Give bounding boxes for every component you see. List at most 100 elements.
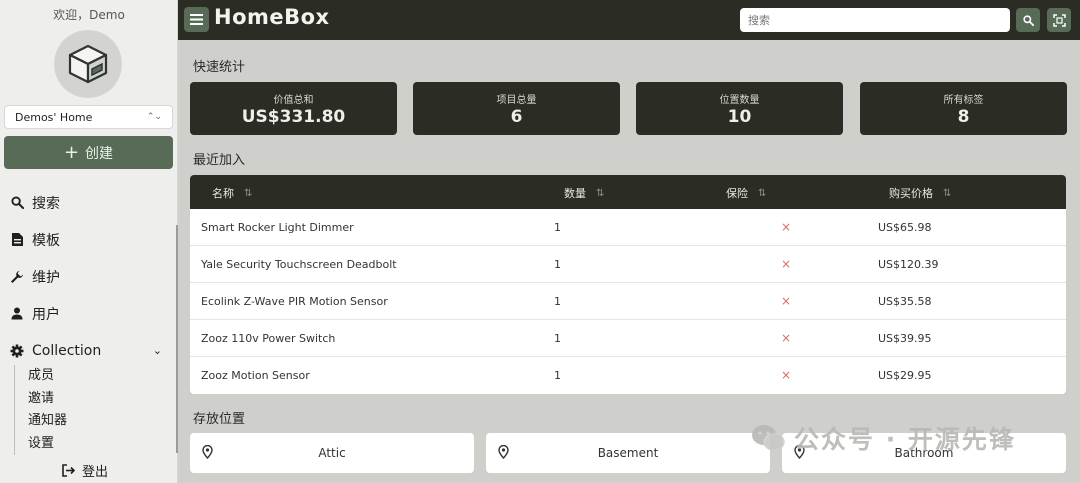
search-icon [10,196,24,210]
avatar [54,30,122,98]
stat-label: 位置数量 [719,95,760,106]
sidebar: 欢迎，Demo Demos' Home ⌃⌄ + 创建 搜索 模板 维护 用户 … [0,0,178,483]
sidebar-scrollbar[interactable] [176,225,178,453]
hamburger-icon [190,14,203,25]
logout-button[interactable]: 登出 [62,461,108,480]
subnav-item-invites[interactable]: 邀请 [28,388,67,411]
cell-price: US$35.58 [878,295,932,308]
create-button[interactable]: + 创建 [4,136,173,169]
subnav-item-settings[interactable]: 设置 [28,433,67,456]
chevron-up-down-icon: ⌃⌄ [146,112,162,122]
sidebar-item-search[interactable]: 搜索 [0,184,178,221]
column-label: 保险 [726,187,748,200]
stat-value: 10 [727,107,752,127]
cell-quantity: 1 [554,221,561,234]
user-icon [10,307,24,321]
cell-price: US$120.39 [878,258,939,271]
cell-quantity: 1 [554,369,561,382]
wrench-icon [10,270,24,284]
cross-icon: × [781,257,792,271]
stat-card-labels: 所有标签 8 [860,82,1067,135]
column-label: 名称 [212,187,234,200]
subnav-item-members[interactable]: 成员 [28,365,67,388]
table-row[interactable]: Yale Security Touchscreen Deadbolt 1 × U… [190,246,1066,283]
cross-icon: × [781,294,792,308]
column-header-quantity[interactable]: 数量 ⇅ [564,185,604,201]
location-card-attic[interactable]: Attic [190,433,474,473]
sidebar-item-label: Collection [32,342,102,359]
location-name: Attic [318,446,346,460]
sidebar-item-label: 模板 [32,232,60,249]
sort-icon: ⇅ [596,187,605,199]
location-card-basement[interactable]: Basement [486,433,770,473]
sidebar-item-templates[interactable]: 模板 [0,221,178,258]
column-label: 数量 [564,187,586,200]
table-row[interactable]: Smart Rocker Light Dimmer 1 × US$65.98 [190,209,1066,246]
cell-quantity: 1 [554,332,561,345]
home-select[interactable]: Demos' Home ⌃⌄ [4,105,173,129]
locations-title: 存放位置 [193,412,246,427]
stat-label: 所有标签 [943,95,984,106]
column-header-name[interactable]: 名称 ⇅ [212,185,252,201]
location-name: Basement [597,446,659,460]
stat-value: US$331.80 [241,107,346,127]
sidebar-item-label: 用户 [32,306,60,323]
cell-price: US$65.98 [878,221,932,234]
sidebar-item-label: 搜索 [32,195,60,212]
wechat-icon [752,425,785,451]
cell-price: US$39.95 [878,332,932,345]
sidebar-item-maintenance[interactable]: 维护 [0,258,178,295]
gear-icon [10,344,24,358]
logout-icon [62,464,76,477]
cross-icon: × [781,220,792,234]
cell-name: Smart Rocker Light Dimmer [201,221,354,234]
plus-icon: + [63,141,80,163]
quick-stats-title: 快速统计 [193,60,246,75]
table-row[interactable]: Ecolink Z-Wave PIR Motion Sensor 1 × US$… [190,283,1066,320]
stat-card-locations: 位置数量 10 [636,82,843,135]
scan-button[interactable] [1047,8,1071,32]
table-row[interactable]: Zooz Motion Sensor 1 × US$29.95 [190,357,1066,394]
cell-name: Ecolink Z-Wave PIR Motion Sensor [201,295,388,308]
create-button-label: 创建 [85,145,114,162]
sort-icon: ⇅ [943,187,952,199]
sidebar-item-users[interactable]: 用户 [0,295,178,332]
cell-quantity: 1 [554,295,561,308]
top-bar: HomeBox [178,0,1080,40]
brand-logo[interactable]: HomeBox [214,5,330,29]
stat-value: 8 [957,107,970,127]
box-icon [68,44,108,84]
watermark-text: 公众号 · 开源先锋 [794,425,1016,454]
cell-name: Zooz Motion Sensor [201,369,310,382]
sort-icon: ⇅ [244,187,253,199]
scan-icon [1052,13,1066,27]
stat-card-total-value: 价值总和 US$331.80 [190,82,397,135]
cell-name: Yale Security Touchscreen Deadbolt [201,258,397,271]
home-select-value: Demos' Home [15,110,93,124]
table-row[interactable]: Zooz 110v Power Switch 1 × US$39.95 [190,320,1066,357]
table-header: 名称 ⇅ 数量 ⇅ 保险 ⇅ 购买价格 ⇅ [190,175,1066,209]
cell-price: US$29.95 [878,369,932,382]
recent-items-table: 名称 ⇅ 数量 ⇅ 保险 ⇅ 购买价格 ⇅ Smart Rocker Light Dim… [190,175,1066,394]
cross-icon: × [781,331,792,345]
sidebar-nav: 搜索 模板 维护 用户 Collection ⌄ [0,184,178,369]
stat-label: 价值总和 [273,95,314,106]
cross-icon: × [781,368,792,382]
chevron-down-icon[interactable]: ⌄ [153,344,162,357]
watermark: 公众号 · 开源先锋 [750,420,1016,456]
logout-label: 登出 [82,465,109,480]
welcome-text: 欢迎，Demo [53,8,125,22]
column-label: 购买价格 [889,187,933,200]
search-icon [1022,14,1034,26]
search-button[interactable] [1016,8,1040,32]
column-header-price[interactable]: 购买价格 ⇅ [889,185,951,201]
cell-quantity: 1 [554,258,561,271]
menu-button[interactable] [184,7,209,32]
sort-icon: ⇅ [758,187,767,199]
column-header-insured[interactable]: 保险 ⇅ [726,185,766,201]
subnav-item-notifiers[interactable]: 通知器 [28,410,67,433]
cell-name: Zooz 110v Power Switch [201,332,336,345]
sidebar-item-collection[interactable]: Collection ⌄ [0,332,178,369]
search-input[interactable] [740,8,1010,32]
document-icon [10,233,24,247]
